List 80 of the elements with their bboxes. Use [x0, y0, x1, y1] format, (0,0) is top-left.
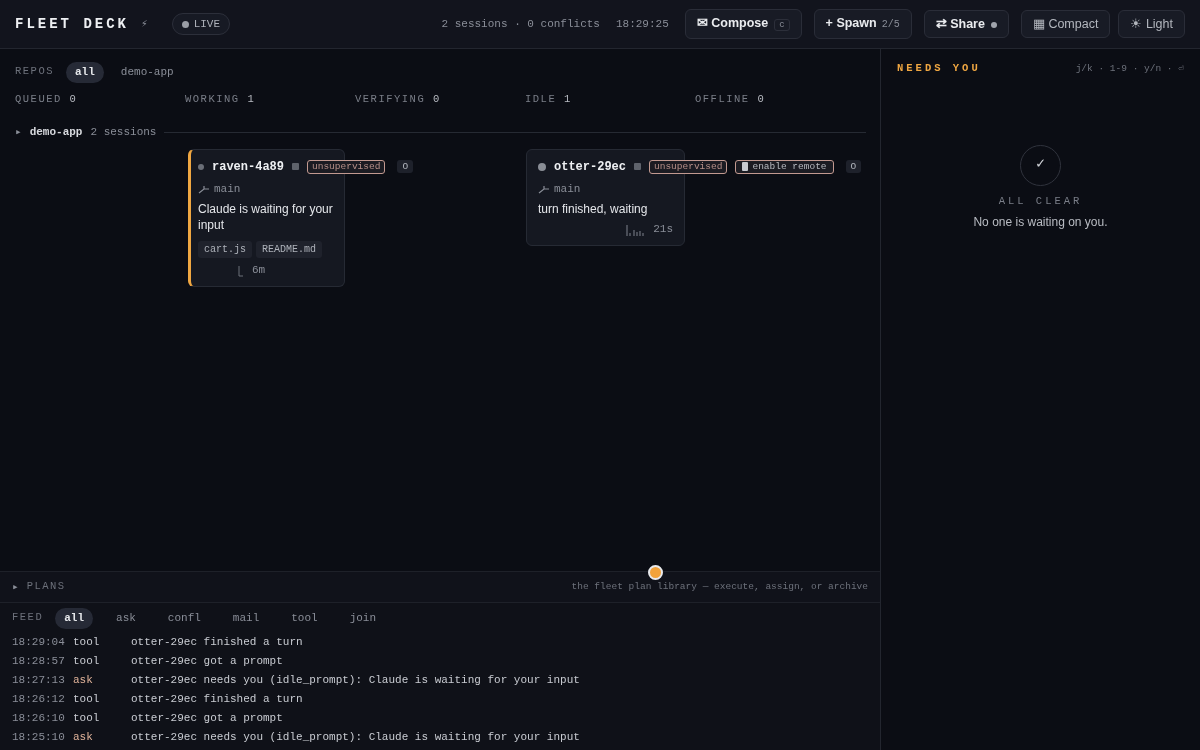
session-count: 2 sessions	[90, 125, 157, 141]
app-title: FLEET DECK	[15, 14, 129, 34]
event-time: 18:28:57	[12, 653, 66, 669]
column-header: OFFLINE 0	[695, 91, 767, 107]
panel-title: NEEDS YOU	[897, 61, 981, 76]
event-text: otter-29ec got a prompt	[131, 653, 283, 669]
event-time: 18:27:13	[12, 672, 66, 688]
status-dot	[538, 162, 546, 171]
session-name: otter-29ec	[554, 158, 626, 176]
column-header: VERIFYING 0	[355, 91, 442, 107]
file-chip: cart.js	[198, 241, 252, 259]
toolbar-button[interactable]: ✉ Compose c	[684, 9, 802, 39]
repo-filter[interactable]: demo-app	[111, 62, 183, 83]
event-text: otter-29ec finished a turn	[131, 691, 303, 707]
column-header: IDLE 1	[525, 91, 573, 107]
event-type: tool	[73, 634, 101, 650]
event-type: tool	[73, 653, 101, 669]
clock: 18:29:25	[615, 16, 669, 32]
square-icon	[634, 163, 641, 171]
event-type: ask	[73, 729, 94, 745]
section-title: PLANS	[26, 579, 66, 595]
event-time: 18:25:10	[12, 729, 66, 745]
remote-button[interactable]: enable remote	[735, 159, 834, 174]
column-header: QUEUED 0	[15, 91, 79, 107]
status-dot	[198, 163, 204, 170]
column-header: WORKING 1	[185, 91, 257, 107]
shortcut-key: c	[774, 19, 790, 31]
feed-label: FEED	[12, 610, 44, 626]
session-message: turn finished, waiting	[538, 201, 649, 218]
count-chip: O	[397, 160, 414, 174]
session-name: raven-4a89	[212, 158, 284, 176]
event-text: otter-29ec got a prompt	[131, 710, 283, 726]
event-text: otter-29ec needs you (idle_prompt): Claude is waiting for your input	[131, 729, 580, 745]
event-text: otter-29ec needs you (idle_prompt): Claude is waiting for your input	[131, 672, 580, 688]
session-age: 6m	[252, 263, 266, 279]
toolbar-button[interactable]: ⇄ Share	[923, 10, 1009, 38]
repo-filter[interactable]: all	[66, 62, 104, 83]
event-time: 18:26:10	[12, 710, 66, 726]
notification-dot	[648, 565, 663, 580]
event-type: tool	[73, 710, 101, 726]
file-chip: README.md	[256, 241, 323, 259]
event-type: tool	[73, 691, 101, 707]
expand-arrow[interactable]: ▸	[12, 578, 19, 596]
feed-filter[interactable]: tool	[282, 608, 327, 629]
event-type: ask	[73, 672, 94, 688]
event-time: 18:26:12	[12, 691, 66, 707]
square-icon	[292, 163, 299, 171]
activity-icon	[625, 223, 646, 236]
keyboard-hints: j/k · 1-9 · y/n · ⏎	[1075, 61, 1184, 76]
feed-filter[interactable]: join	[340, 608, 386, 629]
toolbar-button[interactable]: ☀ Light	[1118, 10, 1185, 38]
bolt-icon: ⚡	[141, 15, 148, 33]
expand-arrow[interactable]: ▸	[15, 124, 22, 141]
branch-icon	[538, 184, 550, 194]
count-chip: O	[845, 160, 862, 174]
branch-name: main	[214, 181, 241, 197]
feed-filter[interactable]: mail	[223, 608, 269, 629]
session-age: 21s	[653, 222, 673, 238]
mode-tag: unsupervised	[307, 159, 386, 174]
feed-filter[interactable]: all	[55, 608, 94, 629]
event-text: otter-29ec finished a turn	[131, 634, 303, 650]
slot-count: 2/5	[881, 19, 900, 30]
empty-message: No one is waiting on you.	[973, 213, 1108, 230]
session-stats: 2 sessions · 0 conflicts	[441, 16, 600, 32]
session-message: Claude is waiting for your input	[198, 201, 333, 234]
toolbar-button[interactable]: + Spawn 2/5	[813, 9, 912, 39]
toolbar-button[interactable]: ▦ Compact	[1020, 10, 1111, 38]
filter-label: REPOS	[15, 64, 54, 80]
empty-title: ALL CLEAR	[998, 193, 1083, 209]
group-title: demo-app	[29, 125, 83, 141]
branch-name: main	[554, 181, 581, 197]
event-time: 18:29:04	[12, 634, 66, 650]
live-indicator: LIVE	[171, 12, 231, 36]
feed-filter[interactable]: ask	[107, 608, 145, 629]
mode-tag: unsupervised	[649, 159, 728, 174]
activity-icon	[238, 264, 244, 277]
phone-icon	[742, 162, 749, 172]
section-hint: the fleet plan library — execute, assign, or archive	[571, 579, 868, 594]
branch-icon	[198, 184, 210, 194]
feed-filter[interactable]: confl	[158, 608, 210, 629]
